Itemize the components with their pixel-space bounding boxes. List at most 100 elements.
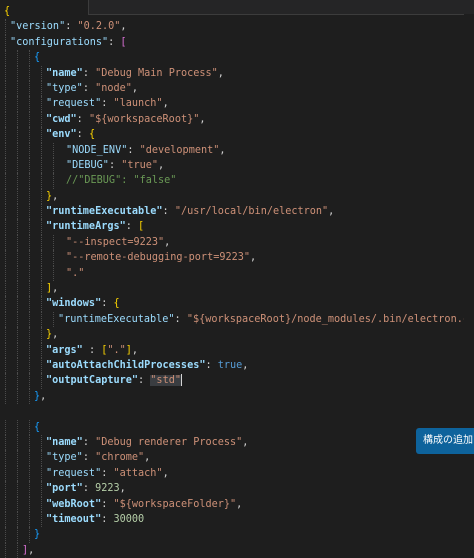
code-line[interactable]: }, bbox=[0, 388, 474, 405]
code-token: "request" bbox=[46, 98, 102, 110]
indent-guide bbox=[5, 434, 6, 451]
indent-guide bbox=[41, 465, 42, 482]
code-line-content: "outputCapture": "std" bbox=[46, 373, 182, 388]
code-token: "--remote-debugging-port=9223" bbox=[66, 252, 251, 264]
code-line[interactable]: "timeout": 30000 bbox=[0, 511, 474, 528]
indent-guide bbox=[5, 311, 6, 328]
code-line[interactable]: "NODE_ENV": "development", bbox=[0, 142, 474, 158]
code-line-content: "autoAttachChildProcesses": true, bbox=[46, 358, 248, 373]
indent-guide bbox=[29, 173, 30, 189]
code-line[interactable]: "--remote-debugging-port=9223", bbox=[0, 250, 474, 266]
code-line-content: "runtimeArgs": [ bbox=[46, 219, 144, 234]
code-line-content: "webRoot": "${workspaceFolder}", bbox=[46, 497, 242, 512]
indent-guide bbox=[41, 373, 42, 389]
code-line[interactable]: "runtimeArgs": [ bbox=[0, 219, 474, 235]
code-line[interactable]: "name": "Debug renderer Process", bbox=[0, 434, 474, 451]
code-line[interactable]: }, bbox=[0, 327, 474, 343]
code-line[interactable]: }, bbox=[0, 188, 474, 205]
code-line[interactable]: "runtimeExecutable": "${workspaceRoot}/n… bbox=[0, 311, 474, 328]
indent-guide bbox=[17, 281, 18, 297]
indent-guide bbox=[5, 188, 6, 205]
code-line-content: "request": "launch", bbox=[46, 96, 169, 111]
indent-guide bbox=[5, 234, 6, 251]
code-line[interactable]: "DEBUG": "true", bbox=[0, 157, 474, 174]
code-token: : bbox=[101, 298, 114, 310]
code-line[interactable]: "type": "node", bbox=[0, 80, 474, 97]
code-token: "windows" bbox=[46, 298, 102, 310]
indent-guide bbox=[29, 142, 30, 158]
code-line[interactable]: "request": "launch", bbox=[0, 96, 474, 112]
code-token: "version" bbox=[10, 21, 66, 33]
indent-guide bbox=[17, 127, 18, 143]
code-token: "${workspaceFolder}" bbox=[113, 498, 237, 510]
code-token: "std" bbox=[150, 375, 181, 387]
code-token: } bbox=[34, 529, 41, 541]
code-token: : bbox=[205, 359, 218, 371]
code-line[interactable]: { bbox=[0, 4, 474, 19]
code-token: , bbox=[328, 206, 335, 218]
indent-guide bbox=[17, 234, 18, 251]
indent-guide bbox=[5, 357, 6, 374]
code-line[interactable]: "port": 9223, bbox=[0, 481, 474, 497]
code-line[interactable]: "." bbox=[0, 265, 474, 282]
code-line[interactable]: ], bbox=[0, 542, 474, 558]
indent-guide bbox=[5, 496, 6, 512]
indent-guide bbox=[53, 234, 54, 251]
code-line[interactable]: "webRoot": "${workspaceFolder}", bbox=[0, 496, 474, 512]
indent-guide bbox=[41, 434, 42, 451]
code-token: { bbox=[113, 298, 120, 310]
code-token: , bbox=[131, 344, 139, 356]
code-line[interactable]: "version": "0.2.0", bbox=[0, 19, 474, 35]
code-line[interactable]: //"DEBUG": "false" bbox=[0, 173, 474, 189]
indent-guide bbox=[5, 265, 6, 282]
code-line[interactable]: "windows": { bbox=[0, 296, 474, 312]
code-token: "timeout" bbox=[46, 513, 102, 525]
code-line[interactable]: "args" : ["."], bbox=[0, 342, 474, 358]
code-token: "configurations" bbox=[10, 36, 109, 48]
code-line[interactable]: "name": "Debug Main Process", bbox=[0, 65, 474, 81]
indent-guide bbox=[41, 127, 42, 143]
code-line[interactable] bbox=[0, 404, 474, 419]
indent-guide bbox=[29, 234, 30, 251]
code-line[interactable]: "cwd": "${workspaceRoot}", bbox=[0, 111, 474, 128]
code-line[interactable]: "--inspect=9223", bbox=[0, 234, 474, 251]
vertical-scrollbar[interactable] bbox=[464, 14, 474, 467]
indent-guide bbox=[17, 311, 18, 328]
indent-guide bbox=[29, 327, 30, 343]
indent-guide bbox=[5, 65, 6, 81]
code-token: : bbox=[108, 36, 121, 48]
code-line[interactable]: { bbox=[0, 419, 474, 435]
code-token: true bbox=[217, 359, 243, 371]
code-line[interactable]: "outputCapture": "std" bbox=[0, 373, 474, 389]
code-token: : bbox=[65, 21, 78, 33]
code-token: "NODE_ENV" bbox=[66, 144, 128, 156]
code-token: : bbox=[101, 98, 114, 110]
indent-guide bbox=[29, 65, 30, 81]
code-line[interactable]: "request": "attach", bbox=[0, 465, 474, 482]
code-line[interactable]: ], bbox=[0, 281, 474, 297]
code-line[interactable]: { bbox=[0, 50, 474, 66]
code-line[interactable]: "type": "chrome", bbox=[0, 450, 474, 466]
code-token: : bbox=[82, 436, 96, 448]
code-editor[interactable]: {"version": "0.2.0", "configurations": [{… bbox=[0, 0, 474, 558]
indent-guide bbox=[29, 496, 30, 512]
indent-guide bbox=[5, 250, 6, 266]
code-line[interactable]: "env": { bbox=[0, 127, 474, 143]
code-lines[interactable]: {"version": "0.2.0", "configurations": [{… bbox=[0, 4, 474, 558]
indent-guide bbox=[17, 434, 18, 451]
code-token: "Debug renderer Process" bbox=[95, 436, 243, 448]
code-token: "env" bbox=[46, 129, 77, 141]
add-configuration-button[interactable]: 構成の追加... bbox=[416, 428, 474, 454]
indent-guide bbox=[17, 50, 18, 66]
code-token: [ bbox=[120, 36, 127, 48]
indent-guide bbox=[41, 296, 42, 312]
indent-guide bbox=[41, 204, 42, 220]
code-token: "true" bbox=[121, 159, 159, 171]
code-token: "runtimeArgs" bbox=[46, 221, 126, 233]
code-token: "--inspect=9223" bbox=[66, 236, 165, 248]
code-line[interactable]: } bbox=[0, 527, 474, 543]
code-line-content: }, bbox=[46, 327, 58, 342]
code-line[interactable]: "runtimeExecutable": "/usr/local/bin/ele… bbox=[0, 204, 474, 220]
code-line[interactable]: "configurations": [ bbox=[0, 34, 474, 51]
code-line[interactable]: "autoAttachChildProcesses": true, bbox=[0, 357, 474, 374]
